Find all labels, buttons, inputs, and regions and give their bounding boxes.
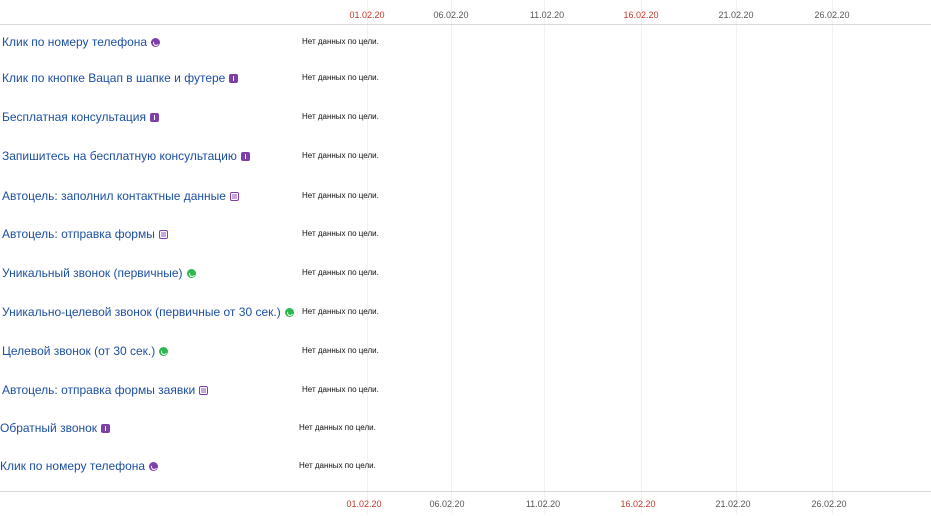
goal-status: Нет данных по цели. (302, 112, 379, 121)
goal-label: Автоцель: отправка формы заявки (2, 383, 196, 397)
date-tick: 01.02.20 (346, 499, 382, 509)
goal-row: Целевой звонок (от 30 сек.) Нет данных п… (0, 341, 931, 361)
goal-label: Автоцель: заполнил контактные данные (2, 189, 226, 203)
goal-status: Нет данных по цели. (302, 37, 379, 46)
goal-link[interactable]: Обратный звонок (0, 418, 111, 438)
goal-status: Нет данных по цели. (302, 73, 379, 82)
goal-row: Уникально-целевой звонок (первичные от 3… (0, 302, 931, 322)
exclamation-icon (240, 152, 250, 161)
goal-label: Клик по номеру телефона (2, 35, 148, 49)
goal-row: Обратный звонок Нет данных по цели. (0, 418, 931, 438)
goal-row: Клик по номеру телефона Нет данных по це… (0, 32, 931, 52)
date-tick: 06.02.20 (429, 499, 465, 509)
date-tick: 21.02.20 (715, 499, 751, 509)
goal-status: Нет данных по цели. (299, 423, 376, 432)
phone-call-green-icon (159, 347, 169, 356)
goal-status: Нет данных по цели. (302, 151, 379, 160)
goal-link[interactable]: Автоцель: отправка формы заявки (2, 380, 209, 400)
form-icon (199, 386, 209, 395)
goal-label: Автоцель: отправка формы (2, 227, 155, 241)
goal-label: Уникально-целевой звонок (первичные от 3… (2, 305, 281, 319)
goal-row: Бесплатная консультация Нет данных по це… (0, 107, 931, 127)
date-tick: 06.02.20 (433, 10, 469, 20)
date-axis-bottom: 01.02.20 06.02.20 11.02.20 16.02.20 21.0… (0, 491, 931, 516)
goal-status: Нет данных по цели. (302, 385, 379, 394)
form-icon (158, 230, 168, 239)
date-tick: 26.02.20 (814, 10, 850, 20)
goal-row: Уникальный звонок (первичные) Нет данных… (0, 263, 931, 283)
goal-row: Автоцель: отправка формы Нет данных по ц… (0, 224, 931, 244)
exclamation-icon (149, 113, 159, 122)
goal-row: Автоцель: заполнил контактные данные Нет… (0, 186, 931, 206)
goal-label: Клик по кнопке Вацап в шапке и футере (2, 71, 226, 85)
goal-status: Нет данных по цели. (302, 191, 379, 200)
date-tick: 01.02.20 (349, 10, 385, 20)
goal-row: Клик по кнопке Вацап в шапке и футере Не… (0, 68, 931, 88)
goal-label: Обратный звонок (0, 421, 98, 435)
phone-call-green-icon (284, 308, 294, 317)
goal-link[interactable]: Клик по номеру телефона (2, 32, 161, 52)
exclamation-icon (101, 424, 111, 433)
goal-label: Целевой звонок (от 30 сек.) (2, 344, 156, 358)
goal-row: Клик по номеру телефона Нет данных по це… (0, 456, 931, 476)
goal-label: Клик по номеру телефона (0, 459, 146, 473)
date-tick: 16.02.20 (623, 10, 659, 20)
goal-status: Нет данных по цели. (302, 229, 379, 238)
goal-label: Запишитесь на бесплатную консультацию (2, 149, 237, 163)
date-axis-top: 01.02.20 06.02.20 11.02.20 16.02.20 21.0… (0, 0, 931, 25)
goal-label: Бесплатная консультация (2, 110, 146, 124)
date-tick: 21.02.20 (718, 10, 754, 20)
goal-label: Уникальный звонок (первичные) (2, 266, 183, 280)
goal-link[interactable]: Уникальный звонок (первичные) (2, 263, 196, 283)
goal-status: Нет данных по цели. (302, 307, 379, 316)
phone-call-icon (149, 462, 159, 471)
contact-form-icon (229, 192, 239, 201)
goal-status: Нет данных по цели. (299, 461, 376, 470)
goal-link[interactable]: Уникально-целевой звонок (первичные от 3… (2, 302, 294, 322)
goal-row: Автоцель: отправка формы заявки Нет данн… (0, 380, 931, 400)
goal-link[interactable]: Целевой звонок (от 30 сек.) (2, 341, 169, 361)
date-tick: 26.02.20 (811, 499, 847, 509)
goal-link[interactable]: Запишитесь на бесплатную консультацию (2, 146, 250, 166)
goal-link[interactable]: Автоцель: заполнил контактные данные (2, 186, 239, 206)
goal-link[interactable]: Клик по кнопке Вацап в шапке и футере (2, 68, 239, 88)
date-tick: 11.02.20 (525, 499, 561, 509)
exclamation-icon (229, 74, 239, 83)
goal-status: Нет данных по цели. (302, 268, 379, 277)
goal-link[interactable]: Клик по номеру телефона (0, 456, 159, 476)
phone-call-icon (151, 38, 161, 47)
date-tick: 11.02.20 (529, 10, 565, 20)
goal-status: Нет данных по цели. (302, 346, 379, 355)
goal-row: Запишитесь на бесплатную консультацию Не… (0, 146, 931, 166)
goal-link[interactable]: Автоцель: отправка формы (2, 224, 168, 244)
date-tick: 16.02.20 (620, 499, 656, 509)
goal-link[interactable]: Бесплатная консультация (2, 107, 159, 127)
phone-call-green-icon (186, 269, 196, 278)
